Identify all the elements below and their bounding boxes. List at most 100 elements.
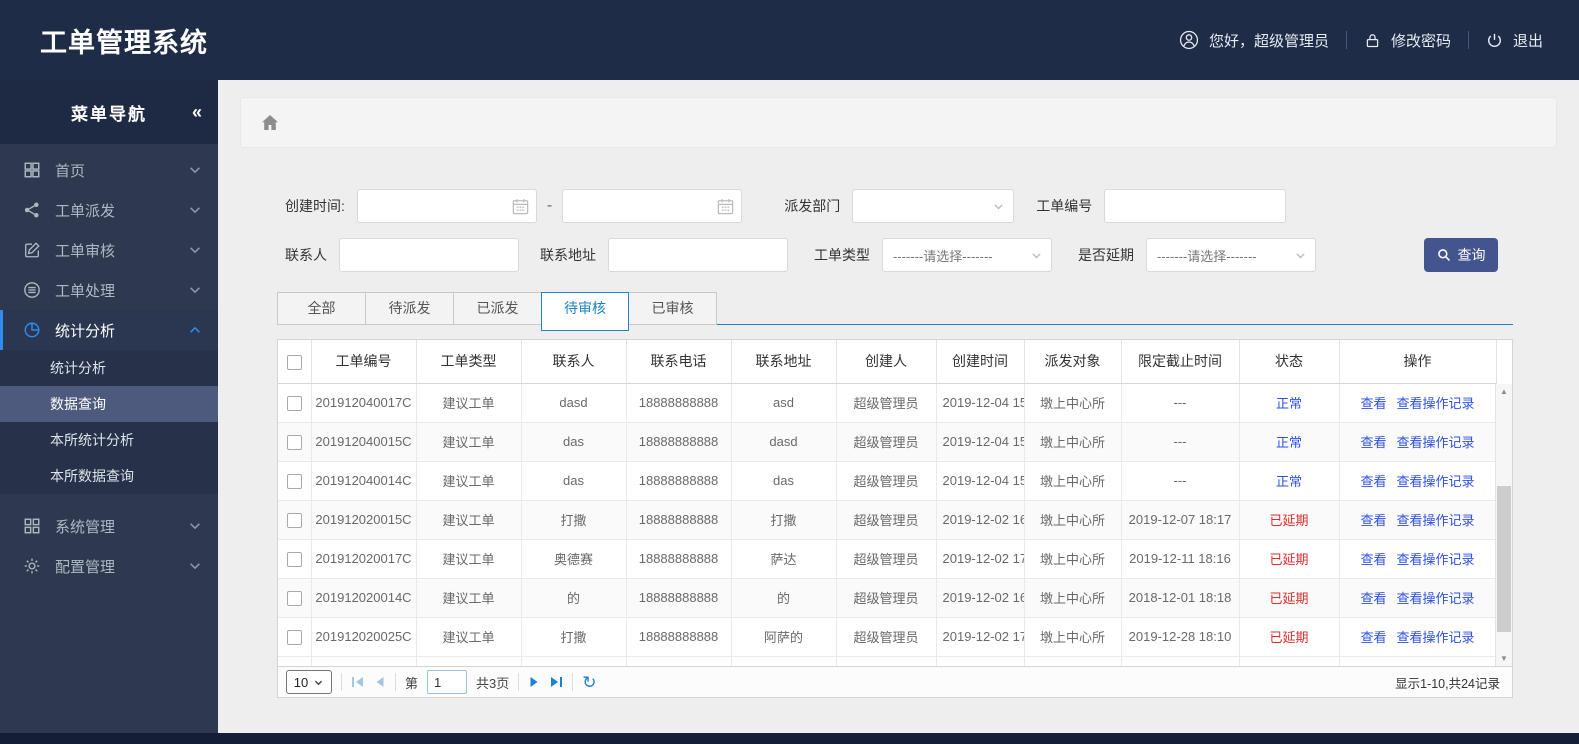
address-input[interactable] — [609, 239, 787, 271]
logout-link[interactable]: 退出 — [1486, 30, 1543, 51]
cell-empty — [936, 655, 1025, 666]
table-row: 201912020014C 建议工单的 18888888888 的超级管理员 2019-… — [278, 577, 1497, 617]
home-icon[interactable] — [260, 113, 280, 133]
cell-order-type: 建议工单 — [416, 499, 522, 539]
row-checkbox[interactable] — [286, 473, 302, 489]
view-log-link[interactable]: 查看操作记录 — [1397, 396, 1475, 411]
cell-actions: 查看 查看操作记录 — [1339, 577, 1497, 617]
view-log-link[interactable]: 查看操作记录 — [1397, 435, 1475, 450]
row-checkbox[interactable] — [286, 395, 302, 411]
cell-order-type: 建议工单 — [416, 460, 522, 500]
last-page-button[interactable] — [549, 676, 563, 688]
delay-select[interactable]: -------请选择------- — [1146, 238, 1316, 272]
grid-icon — [23, 161, 41, 179]
column-header: 派发对象 — [1024, 340, 1122, 384]
view-link[interactable]: 查看 — [1360, 435, 1386, 450]
scroll-up-icon[interactable]: ▲ — [1496, 384, 1512, 399]
cell-address: das — [731, 460, 837, 500]
tab-全部[interactable]: 全部 — [277, 292, 365, 325]
cell-phone: 18888888888 — [626, 383, 732, 422]
cell-created-time: 2019-12-02 16 — [936, 499, 1025, 539]
cell-dispatch-target: 墩上中心所 — [1024, 383, 1122, 422]
dispatch-dept-label: 派发部门 — [784, 198, 841, 214]
view-link[interactable]: 查看 — [1360, 396, 1386, 411]
contact-input[interactable] — [340, 239, 518, 271]
chevron-down-icon — [1294, 249, 1307, 262]
cell-empty — [1121, 655, 1240, 666]
sidebar-item-review[interactable]: 工单审核 — [0, 230, 218, 270]
order-type-select[interactable]: -------请选择------- — [882, 238, 1052, 272]
row-checkbox-cell — [278, 460, 312, 500]
row-checkbox-cell — [278, 499, 312, 539]
cell-deadline: 2018-12-01 18:18 — [1121, 577, 1240, 617]
column-header: 工单类型 — [416, 340, 522, 384]
tab-已派发[interactable]: 已派发 — [453, 292, 541, 325]
cell-creator: 超级管理员 — [836, 383, 937, 422]
sidebar-title: 菜单导航 — [71, 104, 147, 124]
view-link[interactable]: 查看 — [1360, 474, 1386, 489]
sidebar-item-process[interactable]: 工单处理 — [0, 270, 218, 310]
sidebar-item-config[interactable]: 配置管理 — [0, 546, 218, 586]
address-label: 联系地址 — [540, 247, 596, 263]
row-checkbox[interactable] — [286, 590, 302, 606]
cell-phone: 18888888888 — [626, 421, 732, 461]
sidebar-item-dispatch[interactable]: 工单派发 — [0, 190, 218, 230]
view-log-link[interactable]: 查看操作记录 — [1397, 630, 1475, 645]
sidebar-subitem[interactable]: 数据查询 — [0, 386, 218, 422]
page-size-select[interactable]: 10 — [286, 670, 332, 694]
view-link[interactable]: 查看 — [1360, 513, 1386, 528]
tab-待派发[interactable]: 待派发 — [365, 292, 453, 325]
scroll-down-icon[interactable]: ▼ — [1496, 651, 1512, 666]
cell-contact: 打撒 — [521, 499, 627, 539]
row-checkbox[interactable] — [286, 629, 302, 645]
cell-empty — [731, 655, 837, 666]
view-log-link[interactable]: 查看操作记录 — [1397, 474, 1475, 489]
vertical-scrollbar[interactable]: ▲ ▼ — [1495, 384, 1512, 666]
row-checkbox[interactable] — [286, 512, 302, 528]
view-log-link[interactable]: 查看操作记录 — [1397, 513, 1475, 528]
sidebar-subitem[interactable]: 统计分析 — [0, 350, 218, 386]
status-badge: 正常 — [1275, 396, 1302, 411]
create-time-start-input[interactable] — [357, 190, 536, 222]
view-link[interactable]: 查看 — [1360, 591, 1386, 606]
page-number-input[interactable] — [427, 670, 468, 694]
search-button[interactable]: 查询 — [1424, 238, 1498, 272]
chevron-down-icon — [188, 283, 202, 297]
divider — [1467, 31, 1469, 49]
calendar-icon[interactable] — [511, 197, 530, 221]
sidebar-subitem[interactable]: 本所统计分析 — [0, 422, 218, 458]
logout-label: 退出 — [1512, 32, 1543, 50]
row-checkbox[interactable] — [286, 434, 302, 450]
cell-empty — [836, 655, 937, 666]
edit-icon — [23, 241, 41, 259]
view-link[interactable]: 查看 — [1360, 552, 1386, 567]
calendar-icon[interactable] — [716, 197, 735, 221]
tab-待审核[interactable]: 待审核 — [541, 292, 629, 331]
order-no-input[interactable] — [1105, 190, 1286, 222]
prev-page-button[interactable] — [374, 676, 386, 688]
first-page-button[interactable] — [351, 676, 365, 688]
row-checkbox[interactable] — [286, 551, 302, 567]
view-log-link[interactable]: 查看操作记录 — [1397, 591, 1475, 606]
dispatch-dept-select[interactable] — [852, 189, 1015, 223]
collapse-sidebar-icon[interactable]: « — [192, 102, 202, 123]
cell-dispatch-target: 墩上中心所 — [1024, 499, 1122, 539]
search-icon — [1437, 248, 1451, 262]
cell-status: 正常 — [1239, 383, 1340, 422]
scrollbar-thumb[interactable] — [1497, 485, 1511, 633]
change-password-link[interactable]: 修改密码 — [1364, 30, 1451, 51]
sidebar-subitem[interactable]: 本所数据查询 — [0, 458, 218, 494]
refresh-icon[interactable]: ↻ — [582, 674, 596, 691]
sidebar-item-system[interactable]: 系统管理 — [0, 506, 218, 546]
select-all-checkbox[interactable] — [286, 354, 302, 370]
next-page-button[interactable] — [528, 676, 540, 688]
view-log-link[interactable]: 查看操作记录 — [1397, 552, 1475, 567]
sidebar-item-stats[interactable]: 统计分析 — [0, 310, 218, 350]
user-icon — [1179, 30, 1199, 50]
create-time-end-input[interactable] — [563, 190, 742, 222]
view-link[interactable]: 查看 — [1360, 630, 1386, 645]
sidebar-item-home[interactable]: 首页 — [0, 150, 218, 190]
footer-strip — [0, 733, 1579, 744]
user-greeting[interactable]: 您好，超级管理员 — [1179, 30, 1329, 51]
tab-已审核[interactable]: 已审核 — [629, 292, 717, 325]
